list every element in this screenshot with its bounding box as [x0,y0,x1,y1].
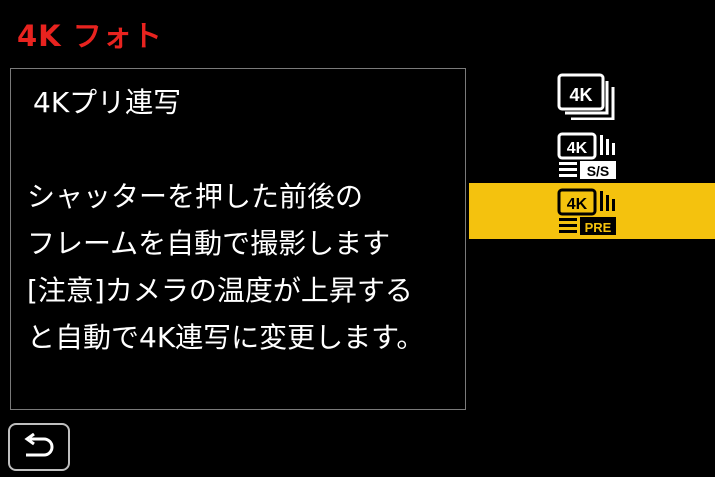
4k-burst-icon: 4K [557,73,615,120]
svg-text:4K: 4K [569,85,592,105]
mode-badge: PRE [585,220,612,235]
mode-name: 4Kプリ連写 [33,86,182,119]
page-title: 4K フォト [17,19,163,53]
description-text: シャッターを押した前後の フレームを自動で撮影します [注意]カメラの温度が上昇… [27,173,424,361]
4k-pre-burst-icon: 4K PRE [557,188,616,235]
mode-list: 4K 4K S/S 4K PRE [469,68,715,242]
description-panel: 4Kプリ連写 シャッターを押した前後の フレームを自動で撮影します [注意]カメ… [10,68,466,410]
mode-item-4k-pre-burst[interactable]: 4K PRE [469,183,715,239]
back-button[interactable] [8,423,70,471]
description-line: シャッターを押した前後の [27,180,364,213]
mode-item-4k-burst[interactable]: 4K [469,68,715,124]
mode-item-4k-burst-ss[interactable]: 4K S/S [469,127,715,183]
description-line: [注意]カメラの温度が上昇する [27,274,413,307]
mode-badge: S/S [587,163,610,179]
svg-text:4K: 4K [567,196,588,213]
return-icon [24,433,54,457]
svg-text:4K: 4K [567,140,588,157]
description-line: と自動で4K連写に変更します。 [27,321,425,354]
description-line: フレームを自動で撮影します [27,227,391,260]
4k-burst-start-stop-icon: 4K S/S [557,132,616,179]
